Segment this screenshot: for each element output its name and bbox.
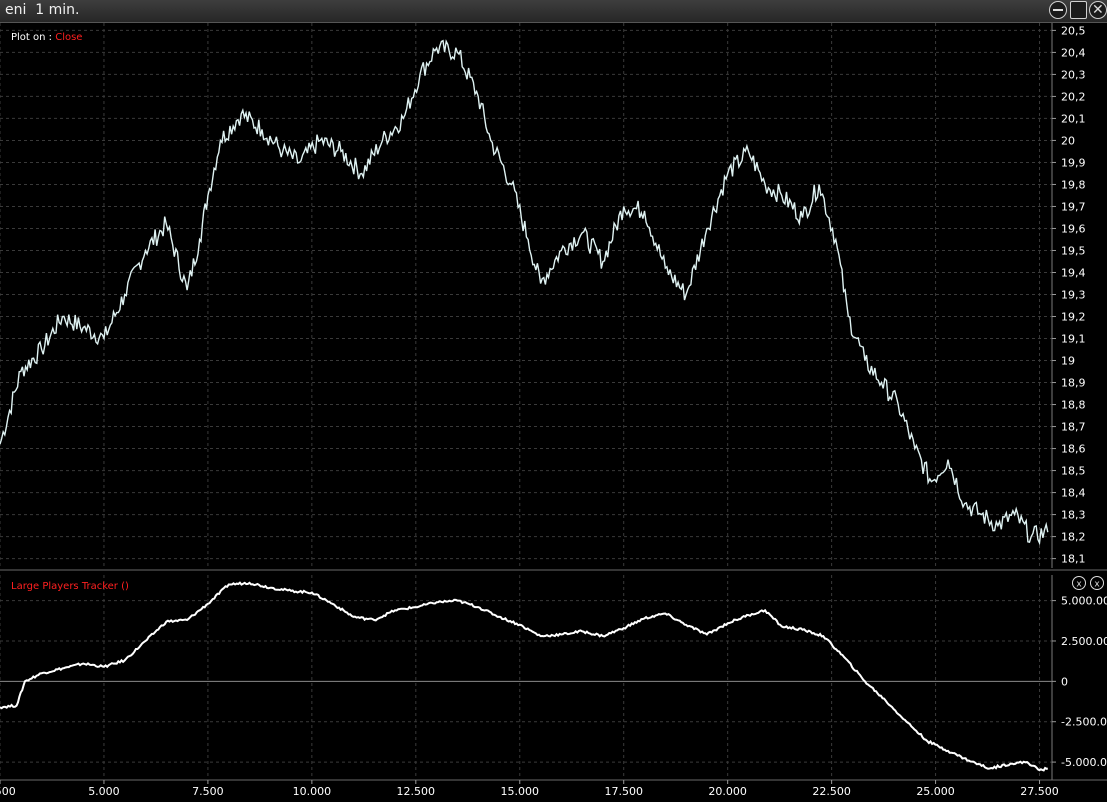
x-tick-label: 10.000 [293,785,332,798]
x-tick-label: 15.000 [501,785,540,798]
price-tick-label: 18,4 [1061,487,1086,500]
price-tick-label: 19,6 [1061,222,1086,235]
price-tick-label: 18,2 [1061,531,1086,544]
close-icon[interactable]: ✕ [1089,1,1107,19]
indicator-tick-label: -5.000.0 [1061,756,1107,769]
indicator-panel: 5.000.00 2.500.00 0 -2.500.0 -5.000.0 Large … [0,575,1107,780]
chart-area: 20,5 20,4 20,3 20,2 20,1 20 19,9 19,8 19,7 19,6 19… [0,23,1107,798]
price-grid [0,23,1053,568]
indicator-panel-label: Large Players Tracker () [11,581,129,592]
x-axis: 2.500 5.000 7.500 10.000 12.500 15.000 17.500 2… [0,779,1107,798]
indicator-tick-label: 2.500.00 [1061,635,1107,648]
price-tick-label: 18,6 [1061,443,1086,456]
price-tick-label: 20,3 [1061,68,1086,81]
price-tick-label: 18,7 [1061,421,1086,434]
price-y-axis: 20,5 20,4 20,3 20,2 20,1 20 19,9 19,8 19,7 19,6 19… [1052,24,1086,566]
maximize-icon[interactable] [1070,1,1087,19]
indicator-y-axis: 5.000.00 2.500.00 0 -2.500.0 -5.000.0 [1052,595,1107,769]
price-tick-label: 20,4 [1061,46,1086,59]
x-tick-label: 12.500 [397,785,436,798]
price-tick-label: 18,5 [1061,465,1086,478]
price-line [0,39,1049,546]
x-tick-label: 25.000 [916,785,955,798]
price-tick-label: 18,8 [1061,399,1086,412]
price-tick-label: 19,1 [1061,333,1086,346]
x-tick-label: 27.500 [1020,785,1059,798]
indicator-settings-icon[interactable]: x [1072,576,1086,590]
price-tick-label: 19,2 [1061,311,1086,324]
svg-text:x: x [1076,580,1082,590]
price-tick-label: 20,1 [1061,112,1086,125]
svg-text:x: x [1094,580,1100,590]
price-tick-label: 19,9 [1061,156,1086,169]
x-tick-label: 22.500 [812,785,851,798]
indicator-grid [0,575,1053,780]
x-tick-label: 2.500 [0,785,16,798]
x-tick-label: 17.500 [604,785,643,798]
x-tick-label: 5.000 [88,785,120,798]
price-tick-label: 19,7 [1061,200,1086,213]
indicator-tick-label: -2.500.0 [1061,716,1107,729]
price-panel: 20,5 20,4 20,3 20,2 20,1 20 19,9 19,8 19,7 19,6 19… [0,23,1086,568]
price-tick-label: 20,5 [1061,24,1086,37]
price-tick-label: 19 [1061,355,1075,368]
price-series-name: Close [55,32,82,43]
price-tick-label: 19,8 [1061,178,1086,191]
indicator-tick-label: 0 [1061,675,1068,688]
price-tick-label: 20,2 [1061,90,1086,103]
price-tick-label: 18,3 [1061,509,1086,522]
window-title: eni 1 min. [5,2,80,18]
x-tick-label: 7.500 [192,785,224,798]
price-panel-label: Plot on : Close [11,32,82,43]
minimize-icon[interactable] [1049,1,1067,19]
price-tick-label: 19,4 [1061,266,1086,279]
indicator-close-icon[interactable]: x [1090,576,1104,590]
indicator-tick-label: 5.000.00 [1061,595,1107,608]
price-tick-label: 19,5 [1061,244,1086,257]
x-tick-label: 20.000 [708,785,747,798]
price-tick-label: 19,3 [1061,289,1086,302]
price-tick-label: 20 [1061,134,1075,147]
indicator-line [0,581,1049,772]
price-tick-label: 18,9 [1061,377,1086,390]
price-tick-label: 18,1 [1061,553,1086,566]
window-titlebar: eni 1 min. ✕ [0,0,1107,23]
